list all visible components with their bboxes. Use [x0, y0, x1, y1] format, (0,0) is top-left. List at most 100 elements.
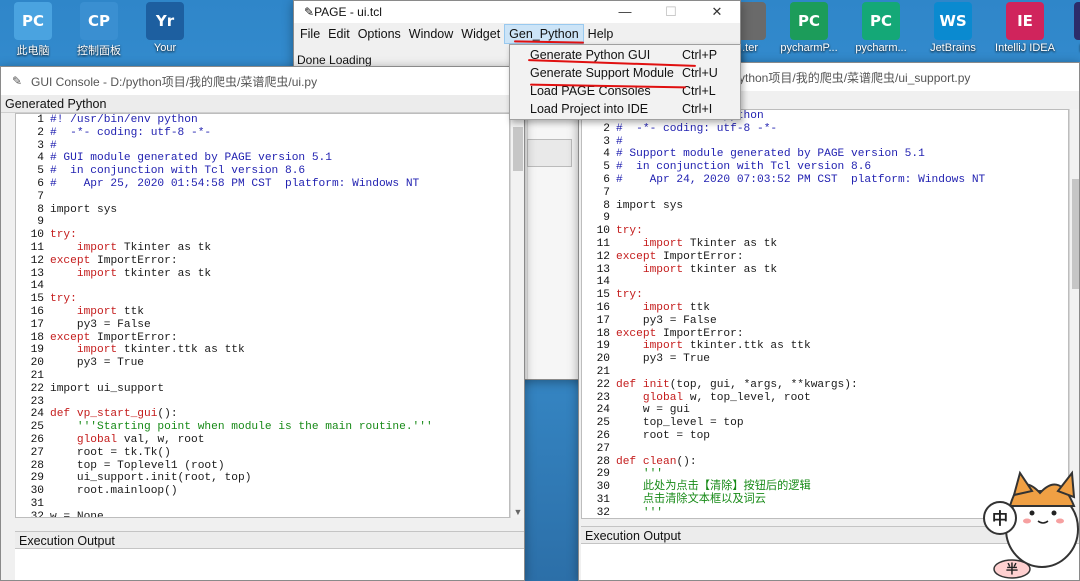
code-line: 6 # Apr 24, 2020 07:03:52 PM CST platform…	[582, 174, 1068, 187]
pycharm-icon: PC	[862, 2, 900, 40]
line-number: 30	[596, 481, 610, 494]
maximize-button[interactable]: ☐	[648, 4, 694, 20]
code-line: 22 def init(top, gui, *args, **kwargs):	[582, 379, 1068, 392]
code-text: try:	[50, 293, 77, 306]
code-text: '''	[616, 468, 663, 481]
control-panel-icon: CP	[80, 2, 118, 40]
line-number: 1	[37, 114, 44, 126]
line-number: 15	[30, 293, 44, 306]
line-number: 14	[596, 276, 610, 289]
desktop-icon[interactable]: PC pycharm...	[848, 2, 914, 54]
code-line: 5 # in conjunction with Tcl version 8.6	[582, 161, 1068, 174]
menu-item[interactable]: Generate Support Module Ctrl+U	[510, 64, 740, 82]
line-number: 4	[37, 152, 44, 165]
code-line: 19 import tkinter.ttk as ttk	[582, 340, 1068, 353]
code-text: import sys	[616, 199, 684, 212]
desktop-icon-label: pycharmP...	[780, 42, 838, 54]
desktop-icon[interactable]: PC pycharmP...	[776, 2, 842, 54]
code-line: 9	[582, 212, 1068, 225]
line-number: 25	[30, 421, 44, 434]
code-line: 26 global val, w, root	[16, 434, 509, 447]
code-line: 7	[582, 187, 1068, 200]
line-number: 3	[37, 139, 44, 152]
menu-edit[interactable]: Edit	[324, 24, 354, 44]
code-line: 29 ui_support.init(root, top)	[16, 472, 509, 485]
code-line: 32 w = None	[16, 510, 509, 518]
console-left-title: GUI Console - D:/python项目/我的爬虫/菜谱爬虫/ui.p…	[31, 74, 318, 89]
line-number: 9	[37, 216, 44, 229]
code-text: import ui_support	[50, 382, 165, 395]
desktop-icon-label: IntelliJ IDEA	[995, 42, 1055, 54]
menu-file[interactable]: File	[296, 24, 324, 44]
code-line: 21	[16, 370, 509, 383]
scroll-down-arrow-icon[interactable]: ▼	[511, 506, 524, 518]
line-number: 11	[30, 241, 44, 254]
menu-item-label: Generate Support Module	[530, 66, 674, 80]
line-number: 26	[30, 433, 44, 446]
menu-options[interactable]: Options	[354, 24, 405, 44]
code-line: 28 top = Toplevel1 (root)	[16, 460, 509, 473]
desktop-icon[interactable]: PC 此电脑	[0, 2, 66, 58]
code-line: 30 root.mainloop()	[16, 485, 509, 498]
line-number: 14	[30, 280, 44, 293]
line-number: 31	[30, 497, 44, 510]
code-line: 31	[16, 498, 509, 511]
line-number: 26	[596, 429, 610, 442]
menu-item[interactable]: Load Project into IDE Ctrl+I	[510, 100, 740, 118]
scrollbar-left[interactable]: ▼	[510, 113, 524, 518]
code-text: except ImportError:	[50, 254, 178, 267]
code-line: 16 import ttk	[16, 306, 509, 319]
code-text: def vp_start_gui():	[50, 408, 178, 421]
line-number: 23	[30, 395, 44, 408]
code-text: except ImportError:	[616, 250, 744, 263]
line-number: 28	[30, 459, 44, 472]
code-line: 22 import ui_support	[16, 383, 509, 396]
page-titlebar[interactable]: ✎ PAGE - ui.tcl — ☐ ✕	[294, 1, 740, 23]
code-line: 21	[582, 366, 1068, 379]
code-text: #	[50, 139, 57, 152]
desktop-icon[interactable]: WS JetBrains	[920, 2, 986, 54]
scrollbar-thumb[interactable]	[513, 127, 523, 171]
menu-help[interactable]: Help	[584, 24, 618, 44]
desktop-icon[interactable]: Yr Your	[132, 2, 198, 54]
code-line: 2 # -*- coding: utf-8 -*-	[16, 127, 509, 140]
line-number: 27	[30, 446, 44, 459]
console-left-titlebar[interactable]: ✎ GUI Console - D:/python项目/我的爬虫/菜谱爬虫/ui…	[1, 67, 524, 95]
execution-output-pane[interactable]	[15, 549, 524, 580]
code-line: 23	[16, 396, 509, 409]
code-line: 25 top_level = top	[582, 417, 1068, 430]
generated-python-header: Generated Python	[1, 95, 524, 113]
code-text: w = None	[50, 510, 104, 518]
code-line: 27 root = tk.Tk()	[16, 447, 509, 460]
desktop-icon[interactable]: Ecli...	[1060, 2, 1080, 54]
code-text: #	[616, 135, 623, 148]
line-number: 18	[30, 331, 44, 344]
gui-console-window: ✎ GUI Console - D:/python项目/我的爬虫/菜谱爬虫/ui…	[0, 66, 525, 581]
minimize-button[interactable]: —	[602, 4, 648, 20]
line-number: 19	[30, 344, 44, 357]
close-button[interactable]: ✕	[694, 4, 740, 20]
line-number: 27	[596, 442, 610, 455]
code-text: '''Starting point when module is the mai…	[50, 421, 433, 434]
desktop-icon[interactable]: CP 控制面板	[66, 2, 132, 58]
scrollbar-thumb[interactable]	[1072, 179, 1079, 289]
line-number: 7	[37, 190, 44, 203]
line-number: 29	[596, 468, 610, 481]
desktop-icon[interactable]: IE IntelliJ IDEA	[992, 2, 1058, 54]
code-text: import tkinter.ttk as ttk	[76, 344, 245, 357]
code-editor-left[interactable]: 1 #! /usr/bin/env python 2 # -*- coding: ut…	[15, 113, 510, 518]
code-text: # -*- coding: utf-8 -*-	[50, 126, 212, 139]
code-text: root = tk.Tk()	[50, 446, 171, 459]
code-text: import tkinter as tk	[642, 263, 778, 276]
code-text: top_level = top	[616, 417, 744, 430]
code-text: def clean():	[616, 455, 697, 468]
line-number: 5	[603, 161, 610, 174]
code-line: 20 py3 = True	[16, 357, 509, 370]
cat-mascot-sticker: 中 半	[983, 470, 1079, 579]
code-text: root.mainloop()	[50, 485, 178, 498]
line-number: 16	[596, 301, 610, 314]
menu-window[interactable]: Window	[405, 24, 457, 44]
page-widget-button[interactable]	[527, 139, 572, 167]
code-text: # Support module generated by PAGE versi…	[616, 148, 925, 161]
menu-widget[interactable]: Widget	[457, 24, 504, 44]
